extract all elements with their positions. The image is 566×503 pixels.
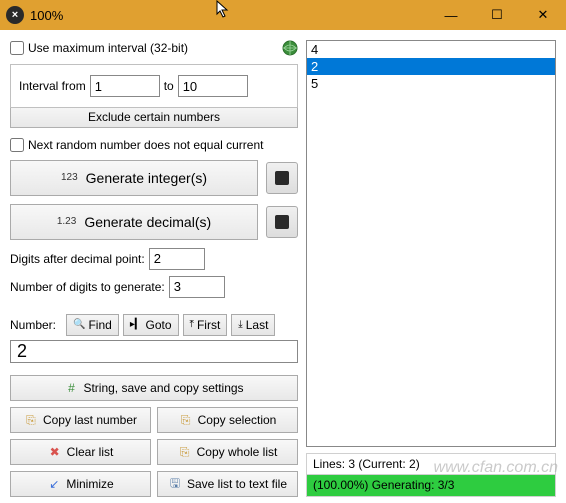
not-equal-checkbox[interactable]: [10, 138, 24, 152]
generate-decimal-label: Generate decimal(s): [84, 214, 211, 230]
goto-button[interactable]: ▸▎Goto: [123, 314, 179, 336]
copy-whole-button[interactable]: ⎘Copy whole list: [157, 439, 298, 465]
stop-icon: [275, 215, 289, 229]
goto-icon: ▸▎: [130, 319, 143, 330]
generate-decimal-button[interactable]: 1.23 Generate decimal(s): [10, 204, 258, 240]
status-lines: Lines: 3 (Current: 2): [306, 453, 556, 475]
find-button[interactable]: 🔍Find: [66, 314, 119, 336]
copy-icon: ⎘: [178, 445, 192, 460]
search-icon: 🔍: [73, 319, 85, 330]
first-button[interactable]: ⤒First: [183, 314, 228, 336]
stop-integer-button[interactable]: [266, 162, 298, 194]
clear-list-button[interactable]: ✖Clear list: [10, 439, 151, 465]
interval-group: Interval from to: [10, 64, 298, 108]
copy-last-button[interactable]: ⎘Copy last number: [10, 407, 151, 433]
minimize-window-button[interactable]: —: [428, 0, 474, 30]
status-generating: (100.00%) Generating: 3/3: [307, 475, 555, 495]
string-settings-button[interactable]: #String, save and copy settings: [10, 375, 298, 401]
interval-to-input[interactable]: [178, 75, 248, 97]
interval-to-label: to: [164, 79, 174, 93]
not-equal-label: Next random number does not equal curren…: [28, 138, 263, 152]
list-item[interactable]: 4: [307, 41, 555, 58]
use-max-interval-checkbox[interactable]: [10, 41, 24, 55]
interval-from-input[interactable]: [90, 75, 160, 97]
globe-icon[interactable]: [282, 40, 298, 56]
results-list[interactable]: 425: [306, 40, 556, 447]
save-list-button[interactable]: 🖫Save list to text file: [157, 471, 298, 497]
list-item[interactable]: 5: [307, 75, 555, 92]
stop-decimal-button[interactable]: [266, 206, 298, 238]
digits-after-label: Digits after decimal point:: [10, 252, 145, 266]
window-title: 100%: [30, 8, 63, 23]
generate-integer-label: Generate integer(s): [86, 170, 207, 186]
minimize-button[interactable]: ↙Minimize: [10, 471, 151, 497]
num-digits-input[interactable]: [169, 276, 225, 298]
list-item[interactable]: 2: [307, 58, 555, 75]
decimal-prefix: 1.23: [57, 216, 76, 227]
number-label: Number:: [10, 318, 56, 332]
app-icon: ×: [6, 6, 24, 24]
save-icon: 🖫: [168, 474, 182, 495]
maximize-window-button[interactable]: ☐: [474, 0, 520, 30]
interval-from-label: Interval from: [19, 79, 86, 93]
close-window-button[interactable]: ✕: [520, 0, 566, 30]
last-button[interactable]: ⤓Last: [231, 314, 275, 336]
generate-integer-button[interactable]: 123 Generate integer(s): [10, 160, 258, 196]
digits-after-input[interactable]: [149, 248, 205, 270]
use-max-interval-label: Use maximum interval (32-bit): [28, 41, 188, 55]
minimize-icon: ↙: [47, 477, 61, 491]
integer-prefix: 123: [61, 172, 78, 183]
status-progress: (100.00%) Generating: 3/3: [306, 475, 556, 497]
copy-icon: ⎘: [24, 413, 38, 428]
num-digits-label: Number of digits to generate:: [10, 280, 165, 294]
exclude-numbers-button[interactable]: Exclude certain numbers: [10, 108, 298, 128]
first-icon: ⤒: [190, 319, 194, 330]
copy-icon: ⎘: [179, 413, 193, 428]
last-icon: ⤓: [238, 319, 242, 330]
number-input[interactable]: [10, 340, 298, 363]
title-bar: × 100% — ☐ ✕: [0, 0, 566, 30]
hash-icon: #: [64, 381, 78, 395]
stop-icon: [275, 171, 289, 185]
copy-selection-button[interactable]: ⎘Copy selection: [157, 407, 298, 433]
delete-icon: ✖: [48, 445, 62, 459]
